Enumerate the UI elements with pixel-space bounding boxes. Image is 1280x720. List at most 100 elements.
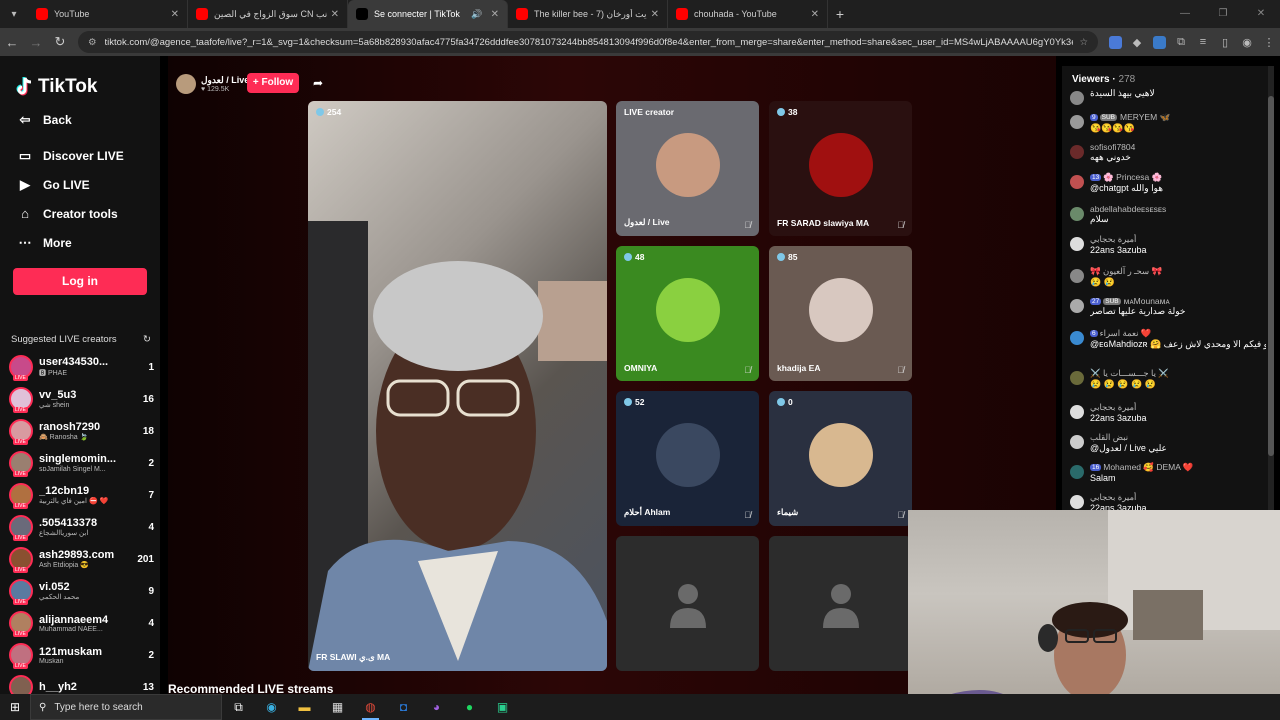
tab-audio-icon[interactable]: 🔊 — [471, 9, 482, 20]
chat-username[interactable]: أميرة بحجابي — [1090, 234, 1136, 245]
sidebar-menu-item[interactable]: ▶ Go LIVE — [16, 177, 90, 193]
chat-username[interactable]: ᴍᴀMounaᴍᴀ — [1124, 296, 1170, 306]
media-control-icon[interactable]: ≡ — [1192, 31, 1214, 53]
suggested-creator[interactable]: LIVE ash29893.com Ash Etdiopia 😎 201 — [9, 544, 154, 574]
sidebar-menu-item[interactable]: ⌂ Creator tools — [16, 206, 118, 221]
chat-username[interactable]: نبض القلب — [1090, 432, 1128, 443]
chat-avatar[interactable] — [1070, 237, 1084, 251]
chat-avatar[interactable] — [1070, 269, 1084, 283]
store-icon[interactable]: ▦ — [321, 694, 354, 720]
sidebar-menu-item[interactable]: ⋯ More — [16, 235, 72, 251]
login-button[interactable]: Log in — [13, 268, 147, 295]
suggested-creator[interactable]: LIVE ranosh7290 🙈 Ranosha 🍃 18 — [9, 416, 154, 446]
guest-video-tile[interactable]: 0 شيماء 🎙̸ — [769, 391, 912, 526]
chat-avatar[interactable] — [1070, 91, 1084, 105]
minimize-icon[interactable]: — — [1166, 0, 1204, 28]
tab-close-icon[interactable]: ✕ — [651, 9, 659, 20]
suggested-creator[interactable]: LIVE h__yh2 13 — [9, 672, 154, 694]
forward-arrow-icon[interactable]: → — [24, 35, 48, 50]
guest-video-tile[interactable]: 48 OMNIYA 🎙̸ — [616, 246, 759, 381]
chat-username[interactable]: 🌸 Princesa 🌸 — [1103, 172, 1162, 183]
back-link[interactable]: ⇦ Back — [16, 112, 72, 128]
host-info[interactable]: لعدول / Live ♥ 129.5K — [176, 74, 249, 94]
site-info-icon[interactable]: ⚙ — [88, 37, 97, 48]
tab-close-icon[interactable]: ✕ — [491, 9, 499, 20]
suggested-creator[interactable]: LIVE vv_5u3 شي shein 16 — [9, 384, 154, 414]
messenger-icon[interactable]: ◕ — [420, 694, 453, 720]
extension-diamond-icon[interactable]: ◆ — [1126, 31, 1148, 53]
follow-button[interactable]: + Follow — [247, 73, 299, 93]
browser-tab[interactable]: Se connecter | TikTok 🔊 ✕ — [348, 0, 508, 28]
chat-username[interactable]: ⚔️ يا جـــســـات يا ⚔️ — [1090, 368, 1169, 379]
browser-tab[interactable]: سوق الزواج في الصين CN الجانب ✕ — [188, 0, 348, 28]
share-icon[interactable]: ➦ — [313, 76, 323, 90]
viewers-header[interactable]: Viewers · 278 — [1072, 74, 1135, 85]
chat-username[interactable]: MERYEM 🦋 — [1120, 112, 1170, 123]
guest-video-tile[interactable]: 85 khadija ΕΑ 🎙̸ — [769, 246, 912, 381]
scrollbar-thumb[interactable] — [1268, 96, 1274, 456]
tab-close-icon[interactable]: ✕ — [811, 9, 819, 20]
spotify-icon[interactable]: ● — [453, 694, 486, 720]
chat-avatar[interactable] — [1070, 331, 1084, 345]
new-tab-button[interactable]: + — [828, 6, 852, 22]
suggested-creator[interactable]: LIVE 121muskam Muskan 2 — [9, 640, 154, 670]
sidebar-menu-item[interactable]: ▭ Discover LIVE — [16, 148, 124, 164]
app-green-icon[interactable]: ▣ — [486, 694, 519, 720]
suggested-creator[interactable]: LIVE .505413378 ابن سورياالشجاع 4 — [9, 512, 154, 542]
chat-avatar[interactable] — [1070, 175, 1084, 189]
close-window-icon[interactable]: ✕ — [1242, 0, 1280, 28]
guest-video-tile[interactable]: 38 FR SARAD slawiya MA 🎙̸ — [769, 101, 912, 236]
back-arrow-icon[interactable]: ← — [0, 35, 24, 50]
taskbar-search[interactable]: ⚲ Type here to search — [30, 694, 222, 720]
bookmark-star-icon[interactable]: ☆ — [1079, 37, 1088, 48]
main-video[interactable]: 254 FR SLAWI ى.ي MA — [308, 101, 607, 671]
task-view-icon[interactable]: ⧉ — [222, 694, 255, 720]
chat-username[interactable]: abdellahabdeᴇsᴇsᴇs — [1090, 204, 1166, 214]
tab-close-icon[interactable]: ✕ — [171, 9, 179, 20]
file-explorer-icon[interactable]: ▬ — [288, 694, 321, 720]
windows-start-icon[interactable]: ⊞ — [0, 700, 30, 714]
guest-video-tile[interactable]: LIVE creator لعدول / Live 🎙̸ — [616, 101, 759, 236]
chat-username[interactable]: نعمة اسراء ❤️ — [1100, 328, 1152, 339]
chat-username[interactable]: sofisofi7804 — [1090, 142, 1135, 152]
browser-tab[interactable]: chouhada - YouTube ✕ — [668, 0, 828, 28]
suggested-creator[interactable]: LIVE singlemomin... ꜱᴅJamilah Singel M... 2 — [9, 448, 154, 478]
extension-blue-icon[interactable] — [1148, 31, 1170, 53]
profile-icon[interactable]: ◉ — [1236, 31, 1258, 53]
chat-avatar[interactable] — [1070, 371, 1084, 385]
guest-video-tile[interactable] — [769, 536, 912, 671]
translate-extension-icon[interactable] — [1104, 31, 1126, 53]
guest-video-tile[interactable]: 52 أحلام Ahlam 🎙̸ — [616, 391, 759, 526]
chat-username[interactable]: 🎀 سحـ ر آلعيون 🎀 — [1090, 266, 1162, 277]
chat-avatar[interactable] — [1070, 435, 1084, 449]
tab-search-icon[interactable]: ▾ — [0, 0, 28, 28]
suggested-creator[interactable]: LIVE alijannaeem4 Muhammad NAEE... 4 — [9, 608, 154, 638]
chat-username[interactable]: Mohamed 🥰 DEMA ❤️ — [1103, 462, 1193, 473]
chat-avatar[interactable] — [1070, 465, 1084, 479]
tab-close-icon[interactable]: ✕ — [331, 9, 339, 20]
browser-tab[interactable]: YouTube ✕ — [28, 0, 188, 28]
edge-icon[interactable]: ◉ — [255, 694, 288, 720]
suggested-creator[interactable]: LIVE user434530... 🅱 PHAE 1 — [9, 352, 154, 382]
suggested-creator[interactable]: LIVE _12cbn19 امين فاي بالتربية ⛔ ❤️ 7 — [9, 480, 154, 510]
tiktok-logo[interactable]: TikTok — [16, 76, 97, 98]
split-view-icon[interactable]: ▯ — [1214, 31, 1236, 53]
restore-icon[interactable]: ❐ — [1204, 0, 1242, 28]
chat-avatar[interactable] — [1070, 115, 1084, 129]
chat-username[interactable]: أميرة بحجابي — [1090, 402, 1136, 413]
outlook-icon[interactable]: ◘ — [387, 694, 420, 720]
chat-avatar[interactable] — [1070, 405, 1084, 419]
chat-avatar[interactable] — [1070, 495, 1084, 509]
refresh-icon[interactable]: ↻ — [143, 334, 151, 345]
chat-username[interactable]: أميرة بحجابي — [1090, 492, 1136, 503]
extensions-puzzle-icon[interactable]: ⧉ — [1170, 31, 1192, 53]
suggested-creator[interactable]: LIVE vi.052 محمد الحكمي 9 — [9, 576, 154, 606]
chat-avatar[interactable] — [1070, 299, 1084, 313]
chat-avatar[interactable] — [1070, 207, 1084, 221]
browser-menu-icon[interactable]: ⋮ — [1258, 31, 1280, 53]
browser-tab[interactable]: The killer bee - ايت أورخان (7AD ✕ — [508, 0, 668, 28]
chat-avatar[interactable] — [1070, 145, 1084, 159]
page-scrollbar[interactable] — [1268, 66, 1274, 516]
reload-icon[interactable]: ↻ — [48, 34, 72, 50]
host-avatar[interactable] — [176, 74, 196, 94]
